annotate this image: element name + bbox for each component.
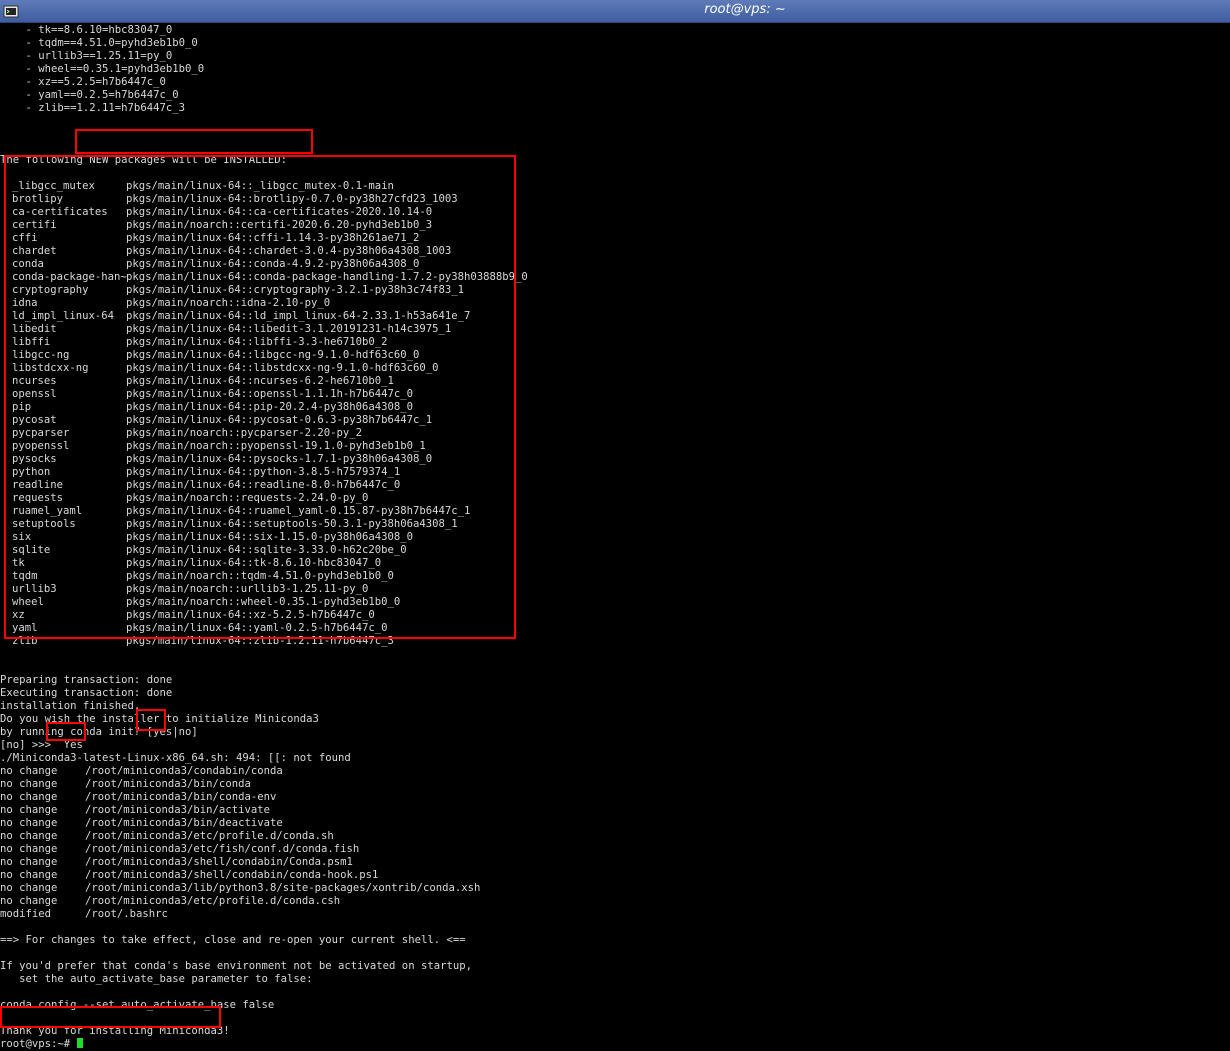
dependency-line: - tk==8.6.10=hbc83047_0 xyxy=(0,24,173,36)
change-row-value: /root/miniconda3/bin/conda-env xyxy=(85,791,277,803)
shell-prompt-line: root@vps:~# xyxy=(0,1038,83,1051)
change-row-name: no change xyxy=(0,895,58,907)
text-cursor[interactable] xyxy=(76,1038,83,1048)
change-row-name: no change xyxy=(0,869,58,881)
annotation-yes-answer-box xyxy=(46,722,86,741)
change-row-name: no change xyxy=(0,830,58,842)
dependency-line: - wheel==0.35.1=pyhd3eb1b0_0 xyxy=(0,63,205,75)
installer-output-line: Executing transaction: done xyxy=(0,687,173,699)
dependency-line: - yaml==0.2.5=h7b6447c_0 xyxy=(0,89,179,101)
annotation-thanks-box xyxy=(0,1006,221,1028)
error-line: ./Miniconda3-latest-Linux-x86_64.sh: 494… xyxy=(0,752,351,764)
change-row-name: no change xyxy=(0,882,58,894)
annotation-new-packages-box xyxy=(75,129,313,154)
effect-line: ==> For changes to take effect, close an… xyxy=(0,934,466,946)
change-row-name: no change xyxy=(0,817,58,829)
change-row-name: no change xyxy=(0,843,58,855)
change-row-value: /root/miniconda3/etc/fish/conf.d/conda.f… xyxy=(85,843,360,855)
dependency-line: - xz==5.2.5=h7b6447c_0 xyxy=(0,76,166,88)
dependency-line: - zlib==1.2.11=h7b6447c_3 xyxy=(0,102,185,114)
window-titlebar[interactable]: root@vps: ~ xyxy=(0,0,1230,23)
change-row-name: modified xyxy=(0,908,52,920)
change-row-value: /root/miniconda3/lib/python3.8/site-pack… xyxy=(85,882,481,894)
change-row-value: /root/miniconda3/etc/profile.d/conda.sh xyxy=(85,830,334,842)
change-row-value: /root/miniconda3/condabin/conda xyxy=(85,765,283,777)
change-row-value: /root/miniconda3/etc/profile.d/conda.csh xyxy=(85,895,341,907)
change-row-name: no change xyxy=(0,856,58,868)
installer-output-line: Preparing transaction: done xyxy=(0,674,173,686)
annotation-yes-option-box xyxy=(136,709,166,731)
window-title: root@vps: ~ xyxy=(704,2,786,17)
change-row-name: no change xyxy=(0,778,58,790)
change-row-value: /root/miniconda3/shell/condabin/conda-ho… xyxy=(85,869,379,881)
annotation-package-list-box xyxy=(4,155,516,639)
change-row-value: /root/miniconda3/bin/deactivate xyxy=(85,817,283,829)
shell-prompt[interactable]: root@vps:~# xyxy=(0,1038,77,1050)
info-line: set the auto_activate_base parameter to … xyxy=(0,973,313,985)
dependency-line: - tqdm==4.51.0=pyhd3eb1b0_0 xyxy=(0,37,198,49)
change-row-value: /root/miniconda3/shell/condabin/Conda.ps… xyxy=(85,856,353,868)
info-line: If you'd prefer that conda's base enviro… xyxy=(0,960,472,972)
change-row-name: no change xyxy=(0,765,58,777)
installer-output-line: installation finished. xyxy=(0,700,141,712)
terminal-output[interactable]: - tk==8.6.10=hbc83047_0 - tqdm==4.51.0=p… xyxy=(0,23,1230,1050)
installer-output-line: by running conda init? [yes|no] xyxy=(0,726,198,738)
change-row-name: no change xyxy=(0,804,58,816)
change-row-name: no change xyxy=(0,791,58,803)
change-row-value: /root/miniconda3/bin/conda xyxy=(85,778,251,790)
change-row-value: /root/.bashrc xyxy=(85,908,168,920)
change-row-value: /root/miniconda3/bin/activate xyxy=(85,804,270,816)
dependency-line: - urllib3==1.25.11=py_0 xyxy=(0,50,173,62)
